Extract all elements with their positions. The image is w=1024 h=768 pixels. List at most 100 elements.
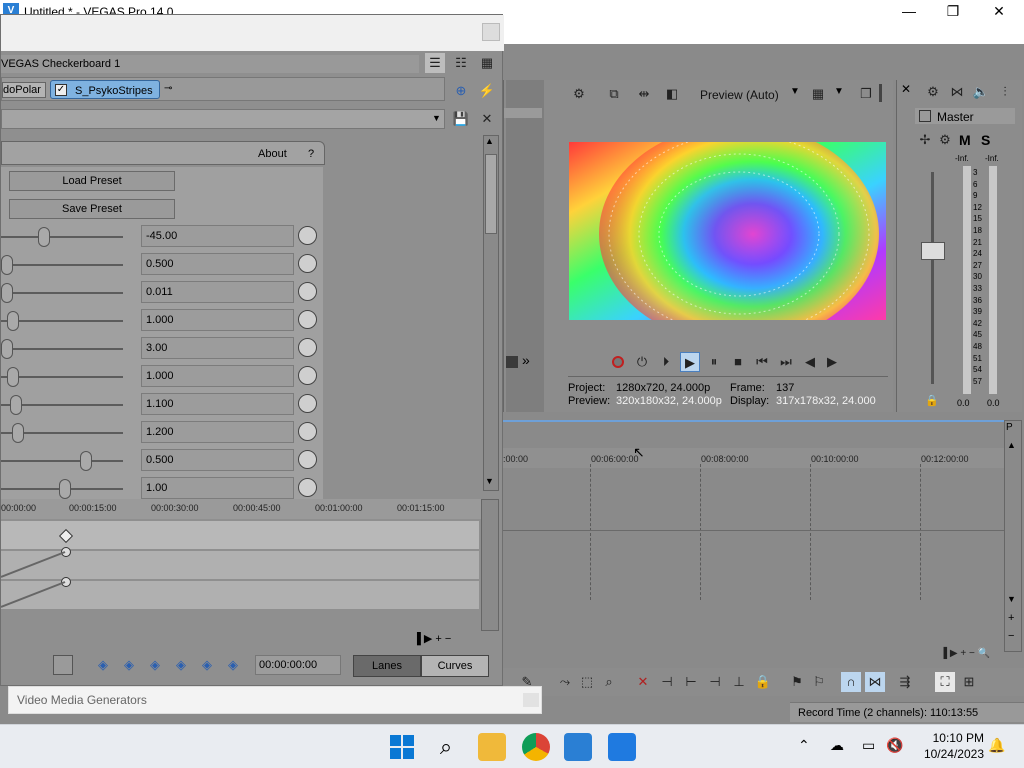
keyframe-hscrollbar[interactable]: ▐ ▶ + − [1, 631, 479, 647]
search-icon[interactable]: ⌕ [432, 733, 460, 761]
split-screen-icon[interactable]: ⇹ [634, 84, 654, 104]
file-explorer-icon[interactable] [478, 733, 506, 761]
scroll-thumb[interactable] [485, 154, 497, 234]
slider-knob[interactable] [59, 479, 71, 499]
insert-region-icon[interactable]: ⚐ [809, 672, 829, 692]
first-keyframe-icon[interactable]: ◈ [93, 655, 113, 675]
animate-clock-icon[interactable] [298, 226, 317, 245]
load-preset-button[interactable]: Load Preset [9, 171, 175, 191]
settings-gear-icon[interactable]: ⚙ [569, 84, 589, 104]
scroll-down-icon[interactable]: ▼ [1007, 594, 1016, 604]
animate-clock-icon[interactable] [298, 310, 317, 329]
animate-clock-icon[interactable] [298, 394, 317, 413]
fx-close-button[interactable] [482, 23, 500, 41]
parameter-value-field[interactable]: 0.500 [141, 253, 294, 275]
generators-window-bar[interactable]: Video Media Generators [8, 686, 542, 714]
timecode-field[interactable]: 00:00:00:00 [255, 655, 341, 675]
start-icon[interactable] [388, 733, 416, 761]
auto-crossfade-icon[interactable]: ⋈ [865, 672, 885, 692]
add-keyframe-icon[interactable]: ◈ [197, 655, 217, 675]
slider-track[interactable] [1, 376, 123, 378]
save-preset-icon[interactable]: 💾 [451, 109, 471, 129]
scroll-down-icon[interactable]: ▼ [485, 476, 494, 486]
slider-knob[interactable] [10, 395, 22, 415]
parameter-value-field[interactable]: 1.200 [141, 421, 294, 443]
onedrive-icon[interactable]: ☁ [830, 737, 844, 754]
add-plugin-icon[interactable]: ⊕ [451, 81, 471, 101]
animate-clock-icon[interactable] [298, 282, 317, 301]
animate-clock-icon[interactable] [298, 450, 317, 469]
parameter-value-field[interactable]: 0.500 [141, 449, 294, 471]
keyframe-lane-1[interactable] [1, 551, 479, 579]
fx-gear-icon[interactable]: ⚙ [935, 130, 955, 150]
prev-keyframe-icon[interactable]: ◈ [119, 655, 139, 675]
keyframe-scrollbar[interactable] [481, 499, 499, 631]
downmix-icon[interactable]: ⋈ [947, 82, 967, 102]
overlay-icon[interactable]: ◧ [662, 84, 682, 104]
plugin-chip[interactable]: doPolar [2, 82, 46, 98]
master-checkbox[interactable] [919, 110, 931, 122]
zoom-controls[interactable]: ▐ ▶ + − [413, 632, 451, 645]
scroll-up-icon[interactable]: ▲ [485, 136, 494, 146]
stop-icon[interactable] [506, 356, 518, 368]
preset-dropdown[interactable]: ▼ [1, 109, 445, 129]
parameter-value-field[interactable]: 1.00 [141, 477, 294, 499]
taskbar-time[interactable]: 10:10 PM [916, 731, 984, 745]
trim-end-icon[interactable]: ⊣ [705, 672, 725, 692]
grid-view-icon[interactable]: ▦ [477, 53, 497, 73]
pause-icon[interactable]: ⏸ [704, 352, 724, 372]
help-button[interactable]: ? [308, 148, 314, 160]
snapping-icon[interactable]: ∩ [841, 672, 861, 692]
chevron-down-icon[interactable]: ▼ [834, 86, 844, 97]
slider-track[interactable] [1, 320, 123, 322]
close-button[interactable]: ✕ [976, 0, 1022, 24]
slider-knob[interactable] [1, 283, 13, 303]
animate-clock-icon[interactable] [298, 254, 317, 273]
keyframe-lane-2[interactable] [1, 581, 479, 609]
lock-icon[interactable]: 🔒 [925, 394, 939, 407]
slider-knob[interactable] [1, 339, 13, 359]
slider-knob[interactable] [12, 423, 24, 443]
plugin-chooser-icon[interactable]: ⚡ [477, 81, 497, 101]
scroll-up-icon[interactable]: ▲ [1007, 440, 1016, 450]
curves-button[interactable]: Curves [421, 655, 489, 677]
slider-knob[interactable] [7, 367, 19, 387]
zoom-in-icon[interactable]: + [1008, 612, 1014, 624]
delete-keyframe-icon[interactable]: ◈ [223, 655, 243, 675]
ignore-grouping-icon[interactable]: ⊞ [959, 672, 979, 692]
lock-envelopes-icon[interactable]: ⛶ [935, 672, 955, 692]
minimize-button[interactable]: — [886, 0, 932, 24]
more-icon[interactable]: » [522, 352, 530, 368]
delete-icon[interactable]: ✕ [633, 672, 653, 692]
lock-icon[interactable]: 🔒 [753, 672, 773, 692]
parameter-value-field[interactable]: -45.00 [141, 225, 294, 247]
next-frame-icon[interactable]: ▶ [822, 352, 842, 372]
maximize-button[interactable]: ❐ [930, 0, 976, 24]
parameter-value-field[interactable]: 0.011 [141, 281, 294, 303]
stop-icon[interactable]: ■ [728, 352, 748, 372]
close-icon[interactable]: ✕ [901, 82, 911, 96]
slider-track[interactable] [1, 236, 123, 238]
mixer-icon[interactable]: ⫶ [995, 82, 1015, 102]
mute-button[interactable]: M [959, 132, 971, 148]
delete-preset-icon[interactable]: ✕ [477, 109, 497, 129]
last-keyframe-icon[interactable]: ◈ [171, 655, 191, 675]
slider-track[interactable] [1, 292, 123, 294]
slider-knob[interactable] [80, 451, 92, 471]
zoom-tool-icon[interactable]: ⌕ [599, 672, 619, 692]
trim-icon[interactable]: ⊣ [657, 672, 677, 692]
animate-clock-icon[interactable] [298, 478, 317, 497]
slider-knob[interactable] [7, 311, 19, 331]
split-icon[interactable]: ⊥ [729, 672, 749, 692]
chevron-down-icon[interactable]: ▼ [432, 113, 441, 123]
plugin-chip-active[interactable]: ✓ S_PsykoStripes [50, 80, 160, 99]
network-icon[interactable]: ▭ [862, 737, 875, 754]
parameter-value-field[interactable]: 1.000 [141, 309, 294, 331]
lanes-button[interactable]: Lanes [353, 655, 421, 677]
selection-tool-icon[interactable]: ⬚ [577, 672, 597, 692]
slider-knob[interactable] [1, 255, 13, 275]
parameter-value-field[interactable]: 3.00 [141, 337, 294, 359]
chevron-down-icon[interactable]: ▼ [790, 86, 800, 97]
solo-button[interactable]: S [981, 132, 990, 148]
microsoft-store-icon[interactable] [608, 733, 636, 761]
